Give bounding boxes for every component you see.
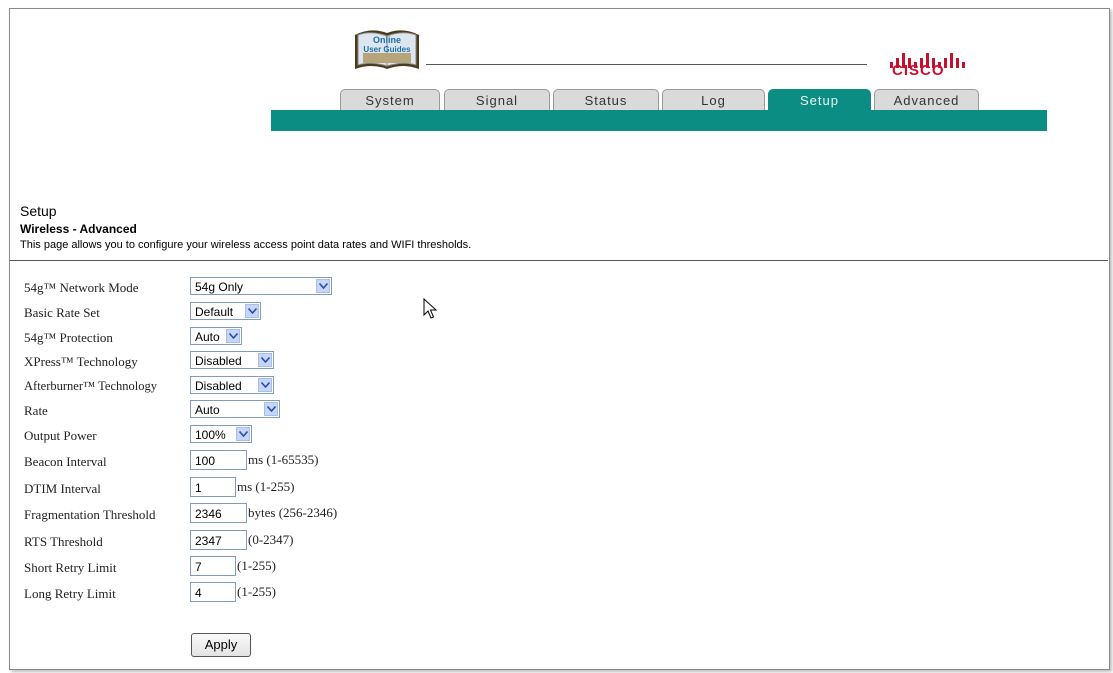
- long-retry-limit-unit: (1-255): [237, 584, 276, 599]
- afterburner-value: Disabled: [195, 379, 242, 393]
- long-retry-limit-row: Long Retry Limit 4 (1-255): [24, 582, 624, 604]
- afterburner-select[interactable]: Disabled: [190, 376, 274, 394]
- dtim-interval-label: DTIM Interval: [24, 481, 101, 496]
- long-retry-limit-input[interactable]: 4: [190, 582, 236, 602]
- protection-value: Auto: [195, 330, 220, 344]
- network-mode-value: 54g Only: [195, 280, 244, 294]
- short-retry-limit-row: Short Retry Limit 7 (1-255): [24, 556, 624, 578]
- fragmentation-threshold-unit: bytes (256-2346): [248, 505, 338, 520]
- page-title: Setup: [20, 203, 57, 219]
- mouse-pointer-icon: [423, 298, 437, 319]
- header-rule: [426, 64, 867, 65]
- section-divider: [10, 260, 1108, 261]
- short-retry-limit-input[interactable]: 7: [190, 556, 236, 576]
- rate-value: Auto: [195, 403, 220, 417]
- xpress-select[interactable]: Disabled: [190, 351, 274, 369]
- chevron-down-icon[interactable]: [236, 427, 250, 441]
- basic-rate-set-row: Basic Rate Set Default: [24, 302, 624, 324]
- dtim-interval-unit: ms (1-255): [237, 479, 295, 494]
- rts-threshold-label: RTS Threshold: [24, 534, 103, 549]
- tab-log[interactable]: Log: [662, 89, 765, 110]
- rts-threshold-unit: (0-2347): [248, 532, 294, 547]
- dtim-interval-row: DTIM Interval 1 ms (1-255): [24, 477, 624, 499]
- output-power-row: Output Power 100%: [24, 425, 624, 447]
- afterburner-row: Afterburner™ Technology Disabled: [24, 376, 624, 398]
- apply-button[interactable]: Apply: [191, 633, 251, 657]
- chevron-down-icon[interactable]: [226, 329, 240, 343]
- chevron-down-icon[interactable]: [264, 402, 278, 416]
- fragmentation-threshold-input[interactable]: 2346: [190, 503, 247, 523]
- output-power-value: 100%: [195, 428, 226, 442]
- rate-row: Rate Auto: [24, 400, 624, 422]
- fragmentation-threshold-row: Fragmentation Threshold 2346 bytes (256-…: [24, 503, 624, 525]
- svg-text:Online: Online: [373, 35, 401, 45]
- beacon-interval-row: Beacon Interval 100 ms (1-65535): [24, 450, 624, 472]
- chevron-down-icon[interactable]: [245, 304, 259, 318]
- tab-status[interactable]: Status: [553, 89, 659, 110]
- basic-rate-set-select[interactable]: Default: [190, 302, 261, 320]
- tab-advanced[interactable]: Advanced: [874, 89, 979, 110]
- beacon-interval-input[interactable]: 100: [190, 450, 247, 470]
- page-subtitle: Wireless - Advanced: [20, 222, 137, 236]
- short-retry-limit-label: Short Retry Limit: [24, 560, 117, 575]
- svg-text:User Guides: User Guides: [363, 45, 411, 54]
- network-mode-row: 54g™ Network Mode 54g Only: [24, 277, 624, 299]
- beacon-interval-unit: ms (1-65535): [248, 452, 319, 467]
- page-description: This page allows you to configure your w…: [20, 239, 472, 251]
- afterburner-label: Afterburner™ Technology: [24, 379, 157, 393]
- protection-select[interactable]: Auto: [190, 327, 242, 345]
- network-mode-select[interactable]: 54g Only: [190, 277, 332, 295]
- output-power-select[interactable]: 100%: [190, 425, 252, 443]
- tab-signal[interactable]: Signal: [444, 89, 550, 110]
- basic-rate-set-value: Default: [195, 305, 234, 319]
- output-power-label: Output Power: [24, 428, 97, 443]
- chevron-down-icon[interactable]: [316, 279, 330, 293]
- xpress-value: Disabled: [195, 354, 242, 368]
- long-retry-limit-label: Long Retry Limit: [24, 586, 116, 601]
- xpress-label: XPress™ Technology: [24, 354, 138, 369]
- chevron-down-icon[interactable]: [258, 353, 272, 367]
- online-user-guides-logo[interactable]: Online User Guides: [351, 25, 423, 75]
- rate-select[interactable]: Auto: [190, 400, 280, 418]
- chevron-down-icon[interactable]: [258, 378, 272, 392]
- cisco-brand-text: CISCO: [892, 62, 945, 79]
- network-mode-label: 54g™ Network Mode: [24, 280, 139, 295]
- basic-rate-set-label: Basic Rate Set: [24, 305, 100, 320]
- rate-label: Rate: [24, 403, 48, 418]
- fragmentation-threshold-label: Fragmentation Threshold: [24, 507, 156, 522]
- dtim-interval-input[interactable]: 1: [190, 477, 236, 497]
- rts-threshold-input[interactable]: 2347: [190, 530, 247, 550]
- protection-label: 54g™ Protection: [24, 330, 113, 345]
- protection-row: 54g™ Protection Auto: [24, 327, 624, 349]
- xpress-row: XPress™ Technology Disabled: [24, 351, 624, 373]
- rts-threshold-row: RTS Threshold 2347 (0-2347): [24, 530, 624, 552]
- tab-setup[interactable]: Setup: [768, 89, 871, 110]
- short-retry-limit-unit: (1-255): [237, 558, 276, 573]
- beacon-interval-label: Beacon Interval: [24, 454, 107, 469]
- tab-content-bar: [271, 110, 1047, 131]
- tab-system[interactable]: System: [340, 89, 440, 110]
